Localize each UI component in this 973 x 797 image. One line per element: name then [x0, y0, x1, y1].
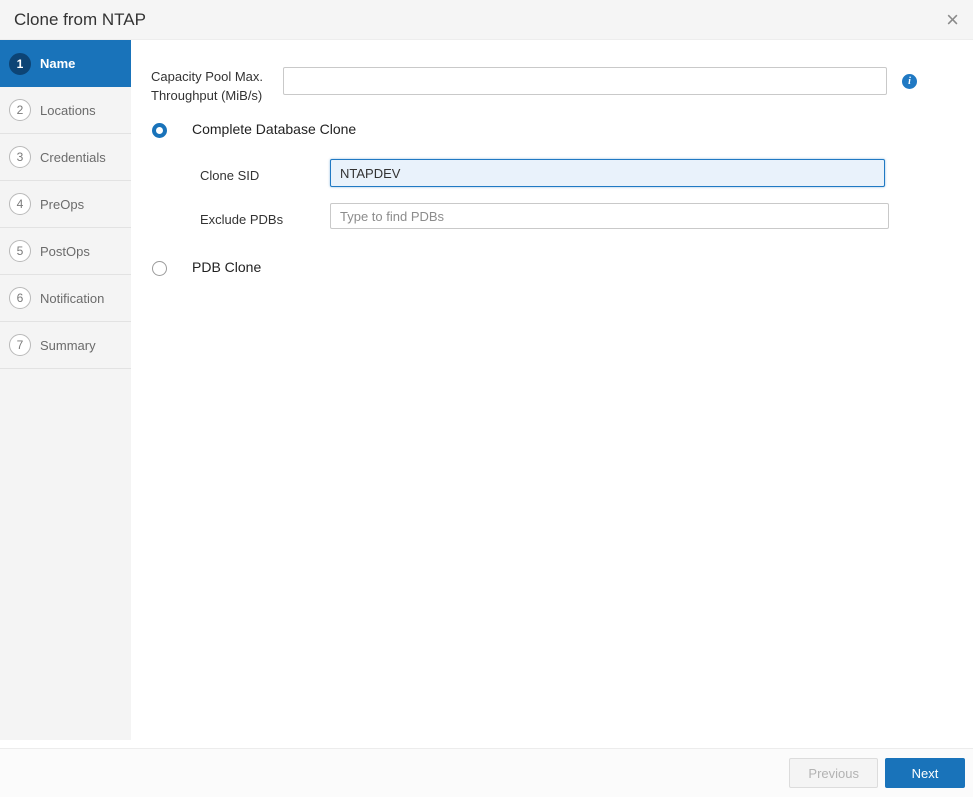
- close-icon[interactable]: ×: [946, 9, 959, 31]
- step-label: Locations: [40, 103, 96, 118]
- wizard-step-name[interactable]: 1 Name: [0, 40, 131, 87]
- next-button[interactable]: Next: [885, 758, 965, 788]
- complete-database-clone-label[interactable]: Complete Database Clone: [192, 121, 356, 137]
- wizard-step-postops[interactable]: 5 PostOps: [0, 228, 131, 275]
- previous-button[interactable]: Previous: [789, 758, 878, 788]
- step-number-badge: 5: [9, 240, 31, 262]
- wizard-step-locations[interactable]: 2 Locations: [0, 87, 131, 134]
- step-number-badge: 6: [9, 287, 31, 309]
- complete-database-clone-radio[interactable]: [152, 123, 167, 138]
- wizard-step-credentials[interactable]: 3 Credentials: [0, 134, 131, 181]
- step-label: PreOps: [40, 197, 84, 212]
- step-label: PostOps: [40, 244, 90, 259]
- capacity-pool-throughput-label: Capacity Pool Max. Throughput (MiB/s): [151, 68, 283, 106]
- step-label: Name: [40, 56, 75, 71]
- wizard-steps-sidebar: 1 Name 2 Locations 3 Credentials 4 PreOp…: [0, 40, 131, 740]
- clone-sid-label: Clone SID: [200, 167, 259, 186]
- step-label: Credentials: [40, 150, 106, 165]
- step-number-badge: 7: [9, 334, 31, 356]
- pdb-clone-label[interactable]: PDB Clone: [192, 259, 261, 275]
- exclude-pdbs-input[interactable]: [330, 203, 889, 229]
- dialog-footer: Previous Next: [0, 748, 973, 797]
- name-step-form: Capacity Pool Max. Throughput (MiB/s) i …: [131, 40, 973, 748]
- step-label: Summary: [40, 338, 96, 353]
- clone-dialog: Clone from NTAP × 1 Name 2 Locations 3 C…: [0, 0, 973, 797]
- info-icon[interactable]: i: [902, 74, 917, 89]
- step-label: Notification: [40, 291, 104, 306]
- wizard-step-notification[interactable]: 6 Notification: [0, 275, 131, 322]
- pdb-clone-radio[interactable]: [152, 261, 167, 276]
- clone-sid-input[interactable]: [330, 159, 885, 187]
- wizard-step-preops[interactable]: 4 PreOps: [0, 181, 131, 228]
- capacity-pool-throughput-input[interactable]: [283, 67, 887, 95]
- step-number-badge: 1: [9, 53, 31, 75]
- step-number-badge: 3: [9, 146, 31, 168]
- dialog-header: Clone from NTAP ×: [0, 0, 973, 40]
- step-number-badge: 4: [9, 193, 31, 215]
- dialog-title: Clone from NTAP: [14, 10, 146, 30]
- step-number-badge: 2: [9, 99, 31, 121]
- exclude-pdbs-label: Exclude PDBs: [200, 211, 283, 230]
- wizard-step-summary[interactable]: 7 Summary: [0, 322, 131, 369]
